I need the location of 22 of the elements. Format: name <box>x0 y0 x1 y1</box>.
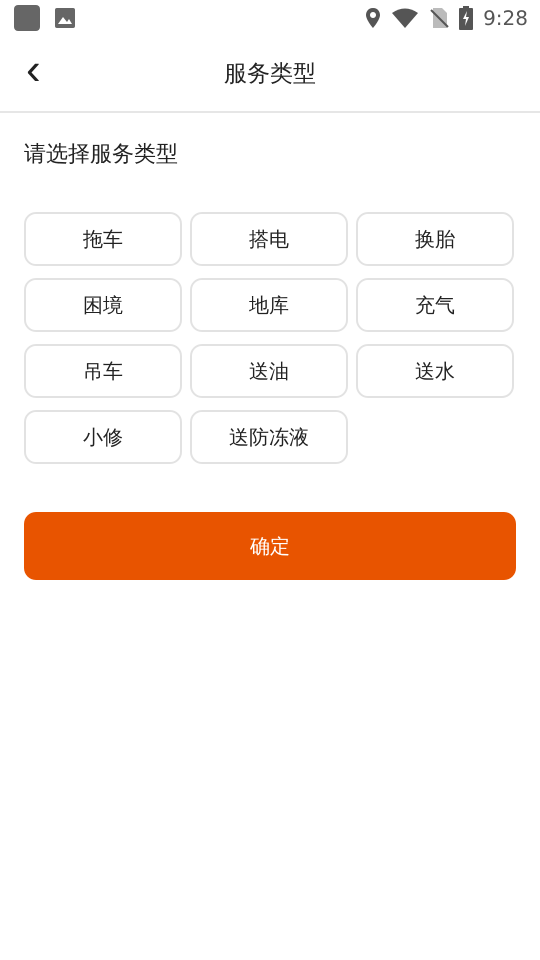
confirm-button[interactable]: 确定 <box>24 512 516 580</box>
service-option[interactable]: 吊车 <box>24 344 182 398</box>
battery-icon <box>459 6 474 30</box>
clock-time: 9:28 <box>483 6 528 30</box>
image-icon <box>54 7 76 29</box>
service-option[interactable]: 地库 <box>190 278 348 332</box>
service-option[interactable]: 送水 <box>356 344 514 398</box>
no-sim-icon <box>429 7 450 29</box>
prompt-text: 请选择服务类型 <box>23 141 179 169</box>
wifi-icon <box>391 8 420 28</box>
service-option[interactable]: 困境 <box>24 278 182 332</box>
service-option[interactable]: 搭电 <box>190 212 348 266</box>
app-icon <box>14 5 40 31</box>
service-option[interactable]: 送油 <box>190 344 348 398</box>
back-button[interactable]: ‹ <box>20 48 47 92</box>
location-icon <box>365 7 382 29</box>
service-option[interactable]: 充气 <box>356 278 514 332</box>
service-option[interactable]: 小修 <box>24 410 182 464</box>
page-title: 服务类型 <box>224 60 316 89</box>
service-option[interactable]: 送防冻液 <box>190 410 348 464</box>
service-option[interactable]: 换胎 <box>356 212 514 266</box>
service-option[interactable]: 拖车 <box>24 212 182 266</box>
